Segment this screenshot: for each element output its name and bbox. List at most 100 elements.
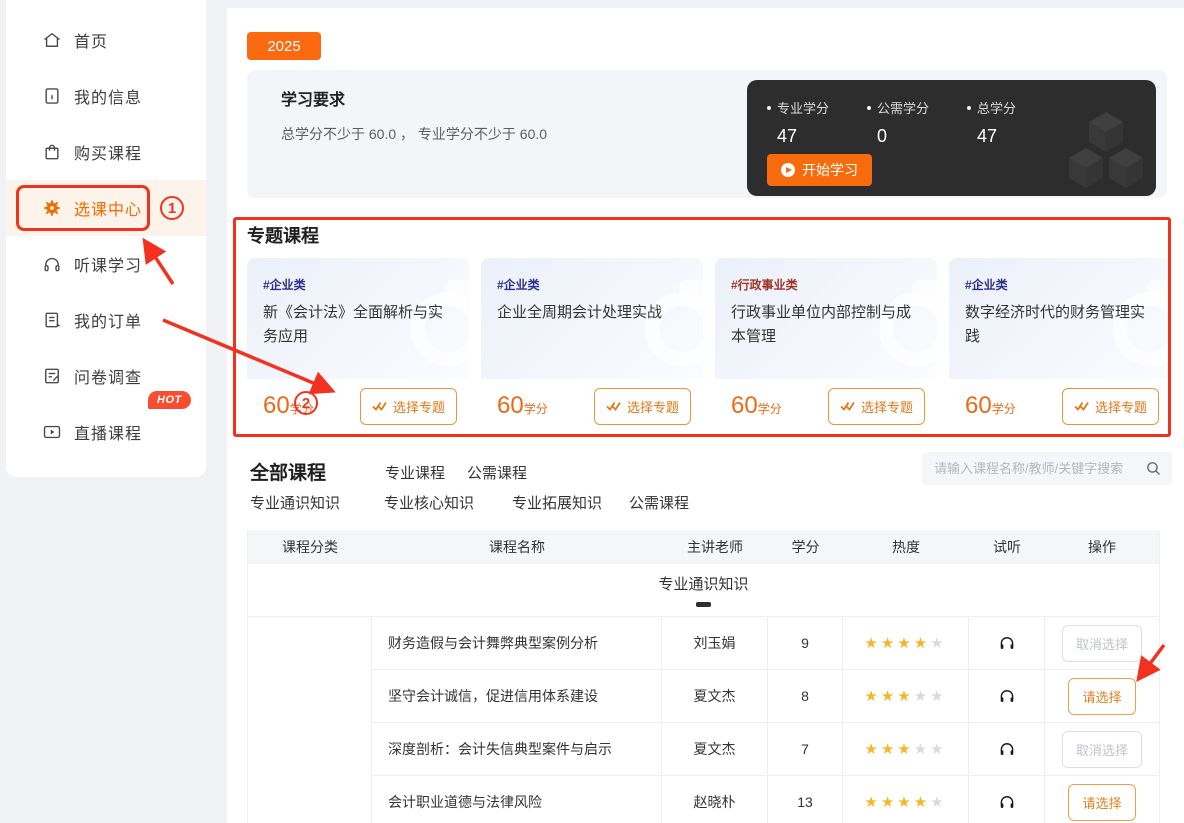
select-topic-button[interactable]: 选择专题 — [828, 388, 925, 425]
sidebar-item-label: 问卷调查 — [74, 364, 142, 388]
credits-cell: 8 — [768, 669, 843, 722]
course-name-cell: 财务造假与会计舞弊典型案例分析 — [372, 616, 662, 669]
sidebar-item-label: 听课学习 — [74, 252, 142, 276]
subtab-core-knowledge[interactable]: 专业核心知识 — [384, 492, 474, 513]
sidebar-item-listen-learn[interactable]: 听课学习 — [6, 236, 206, 292]
topic-card[interactable]: #企业类 数字经济时代的财务管理实践 60学分 选择专题 — [949, 258, 1171, 433]
topic-card[interactable]: #行政事业类 行政事业单位内部控制与成本管理 60学分 选择专题 — [715, 258, 937, 433]
section-active-dash — [696, 602, 711, 607]
page: 首页 我的信息 购买课程 — [0, 0, 1184, 823]
double-check-icon — [372, 401, 387, 412]
year-tag-button[interactable]: 2025 — [247, 32, 321, 60]
search-input[interactable] — [934, 461, 1145, 476]
bullet-dot — [967, 106, 971, 110]
section-label: 专业通识知识 — [658, 573, 748, 594]
sidebar-item-label: 直播课程 — [74, 420, 142, 444]
sidebar-item-my-orders[interactable]: 我的订单 — [6, 292, 206, 348]
home-icon — [42, 30, 62, 50]
orders-icon — [42, 310, 62, 330]
sidebar-item-label: 选课中心 — [74, 196, 142, 220]
headphones-icon — [42, 254, 62, 274]
hot-badge: HOT — [148, 391, 191, 409]
rating-stars: ★★★★★ — [843, 722, 969, 775]
course-search — [922, 452, 1172, 485]
select-topic-button[interactable]: 选择专题 — [1062, 388, 1159, 425]
stat-value: 0 — [867, 126, 929, 147]
sidebar-item-label: 我的订单 — [74, 308, 142, 332]
course-action-button[interactable]: 请选择 — [1068, 784, 1135, 821]
rating-stars: ★★★★★ — [843, 616, 969, 669]
preview-cell[interactable] — [969, 669, 1045, 722]
subtab-general-knowledge[interactable]: 专业通识知识 — [250, 492, 340, 513]
sidebar-item-buy-courses[interactable]: 购买课程 — [6, 124, 206, 180]
topic-credits: 60学分 — [965, 392, 1016, 420]
topic-card-title: 行政事业单位内部控制与成本管理 — [731, 301, 923, 349]
topic-card[interactable]: #企业类 企业全周期会计处理实战 60学分 选择专题 — [481, 258, 703, 433]
headphones-icon — [998, 740, 1016, 758]
topic-card[interactable]: #企业类 新《会计法》全面解析与实务应用 60学分 选择专题 — [247, 258, 469, 433]
topic-card-title: 企业全周期会计处理实战 — [497, 301, 689, 325]
topic-tag: #行政事业类 — [731, 276, 923, 293]
stat-label: 总学分 — [977, 98, 1016, 117]
sidebar-item-home[interactable]: 首页 — [6, 12, 206, 68]
table-section-row: 专业通识知识 — [248, 564, 1159, 616]
col-header-preview: 试听 — [969, 530, 1045, 564]
sidebar-item-my-info[interactable]: 我的信息 — [6, 68, 206, 124]
all-courses-title: 全部课程 — [250, 458, 326, 485]
sidebar-item-label: 我的信息 — [74, 84, 142, 108]
shopping-bag-icon — [42, 142, 62, 162]
stat-label: 公需学分 — [877, 98, 929, 117]
course-name-cell: 深度剖析：会计失信典型案件与启示 — [372, 722, 662, 775]
sidebar-item-live-courses[interactable]: 直播课程 HOT — [6, 404, 206, 460]
teacher-cell: 夏文杰 — [662, 669, 768, 722]
stat-total-credits: 总学分 47 — [967, 98, 1016, 147]
topic-tag: #企业类 — [263, 276, 455, 293]
bullet-dot — [767, 106, 771, 110]
gear-icon — [42, 198, 62, 218]
sidebar: 首页 我的信息 购买课程 — [6, 0, 206, 477]
col-header-popularity: 热度 — [843, 530, 969, 564]
teacher-cell: 赵晓朴 — [662, 775, 768, 823]
sidebar-item-label: 购买课程 — [74, 140, 142, 164]
preview-cell[interactable] — [969, 616, 1045, 669]
course-name-cell: 坚守会计诚信，促进信用体系建设 — [372, 669, 662, 722]
preview-cell[interactable] — [969, 722, 1045, 775]
select-topic-button[interactable]: 选择专题 — [360, 388, 457, 425]
sidebar-item-course-selection-center[interactable]: 选课中心 — [6, 180, 206, 236]
tab-public-courses[interactable]: 公需课程 — [467, 462, 527, 483]
search-icon[interactable] — [1145, 460, 1162, 477]
teacher-cell: 夏文杰 — [662, 722, 768, 775]
double-check-icon — [840, 401, 855, 412]
teacher-cell: 刘玉娟 — [662, 616, 768, 669]
survey-icon — [42, 366, 62, 386]
credit-stats: 专业学分 47 公需学分 0 总学分 47 — [767, 98, 1156, 147]
col-header-teacher: 主讲老师 — [662, 530, 768, 564]
subtab-extended-knowledge[interactable]: 专业拓展知识 — [512, 492, 602, 513]
course-action-button[interactable]: 取消选择 — [1062, 625, 1142, 662]
col-header-credits: 学分 — [768, 530, 843, 564]
course-action-button[interactable]: 取消选择 — [1062, 731, 1142, 768]
credits-cell: 7 — [768, 722, 843, 775]
category-cell — [248, 616, 372, 823]
stat-value: 47 — [967, 126, 1016, 147]
rating-stars: ★★★★★ — [843, 775, 969, 823]
rating-stars: ★★★★★ — [843, 669, 969, 722]
preview-cell[interactable] — [969, 775, 1045, 823]
credits-cell: 13 — [768, 775, 843, 823]
stat-label: 专业学分 — [777, 98, 829, 117]
tab-professional-courses[interactable]: 专业课程 — [385, 462, 445, 483]
sidebar-item-label: 首页 — [74, 28, 108, 52]
start-learning-button[interactable]: 开始学习 — [767, 154, 872, 186]
topic-section-title: 专题课程 — [247, 222, 319, 248]
stat-public-credits: 公需学分 0 — [867, 98, 929, 147]
subtab-public-courses[interactable]: 公需课程 — [629, 492, 689, 513]
course-action-button[interactable]: 请选择 — [1068, 678, 1135, 715]
topic-tag: #企业类 — [497, 276, 689, 293]
select-topic-button[interactable]: 选择专题 — [594, 388, 691, 425]
course-table: 课程分类 课程名称 主讲老师 学分 热度 试听 操作 专业通识知识 财务造假与会… — [247, 530, 1160, 823]
topic-tag: #企业类 — [965, 276, 1157, 293]
stat-value: 47 — [767, 126, 829, 147]
play-icon — [781, 163, 795, 177]
credits-cell: 9 — [768, 616, 843, 669]
col-header-category: 课程分类 — [248, 530, 372, 564]
